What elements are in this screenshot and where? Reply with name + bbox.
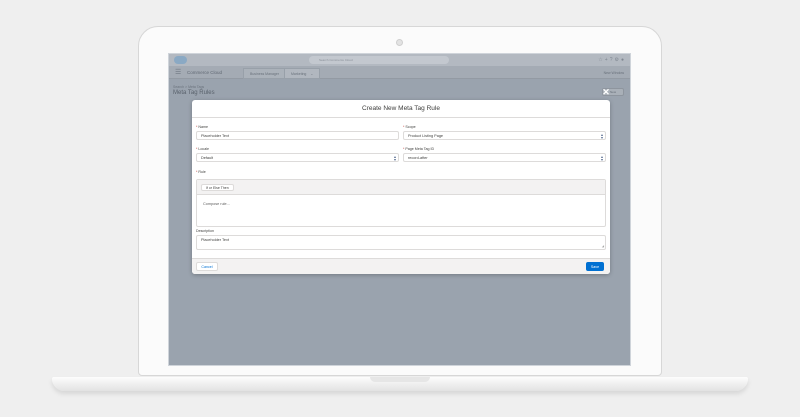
page-meta-tag-id-select[interactable]: record-after ▴ ▾ (403, 153, 606, 162)
name-label: *Name (196, 125, 208, 129)
app-name: Commerce Cloud (187, 70, 223, 75)
create-meta-tag-rule-modal: Create New Meta Tag Rule *Name Placehold… (192, 100, 610, 274)
name-label-text: Name (198, 125, 208, 129)
save-button[interactable]: Save (586, 262, 604, 271)
description-label-text: Description (196, 229, 214, 233)
cancel-button[interactable]: Cancel (196, 262, 218, 271)
camera-icon (396, 39, 403, 46)
locale-select[interactable]: Default ▴ ▾ (196, 153, 399, 162)
name-value: Placeholder Text (201, 134, 230, 138)
select-arrows-icon: ▴ ▾ (393, 154, 396, 162)
laptop-base-notch (370, 377, 430, 382)
screen: Search Commerce Cloud ☆+?⚙● ☰ Commerce C… (168, 53, 631, 366)
rule-operator-button[interactable]: If or Else Then (201, 184, 234, 191)
rule-editor[interactable]: If or Else Then Compose rule... (196, 179, 606, 227)
select-arrows-icon: ▴ ▾ (600, 132, 603, 140)
page-meta-tag-id-label: *Page Meta Tag ID (403, 147, 434, 151)
description-value: Placeholder Text (201, 238, 230, 242)
name-input[interactable]: Placeholder Text (196, 131, 399, 140)
locale-label-text: Locale (198, 147, 209, 151)
rule-compose-placeholder: Compose rule... (203, 202, 230, 206)
tab-label: Business Manager (250, 72, 279, 76)
resize-handle-icon[interactable]: ◢ (602, 245, 604, 248)
locale-value: Default (201, 156, 214, 160)
bell-icon[interactable]: ● (621, 57, 626, 63)
scope-label-text: Scope (405, 125, 416, 129)
page-title: Meta Tag Rules (173, 90, 215, 96)
nav-right-link[interactable]: New Window (604, 71, 624, 75)
rule-label-text: Rule (198, 170, 206, 174)
scope-label: *Scope (403, 125, 416, 129)
page-meta-tag-id-value: record-after (408, 156, 428, 160)
description-label: Description (196, 229, 214, 233)
app-top-bar: Search Commerce Cloud ☆+?⚙● (169, 54, 630, 66)
modal-footer: Cancel Save (192, 258, 610, 274)
breadcrumb: Search > Meta Tags (173, 85, 205, 89)
app-nav-bar: ☰ Commerce Cloud Business Manager Market… (169, 66, 630, 79)
scope-value: Product Listing Page (408, 134, 444, 138)
tab-business-manager[interactable]: Business Manager (243, 68, 286, 79)
chevron-down-icon[interactable]: ⌄ (310, 72, 313, 76)
modal-header: Create New Meta Tag Rule (192, 100, 610, 118)
scope-select[interactable]: Product Listing Page ▴ ▾ (403, 131, 606, 140)
rule-label: *Rule (196, 170, 206, 174)
app-launcher-icon[interactable]: ☰ (175, 69, 181, 76)
salesforce-logo-icon (174, 56, 187, 64)
select-arrows-icon: ▴ ▾ (600, 154, 603, 162)
page-meta-tag-id-label-text: Page Meta Tag ID (405, 147, 435, 151)
tab-label: Marketing (291, 72, 307, 76)
description-textarea[interactable]: Placeholder Text ◢ (196, 235, 606, 250)
rule-toolbar: If or Else Then (197, 180, 605, 195)
header-icons: ☆+?⚙● (598, 57, 626, 63)
locale-label: *Locale (196, 147, 209, 151)
global-search-input[interactable]: Search Commerce Cloud (309, 56, 449, 64)
tab-marketing[interactable]: Marketing ⌄ (284, 68, 321, 79)
close-icon[interactable]: ✕ (601, 87, 611, 97)
modal-title: Create New Meta Tag Rule (362, 105, 440, 112)
